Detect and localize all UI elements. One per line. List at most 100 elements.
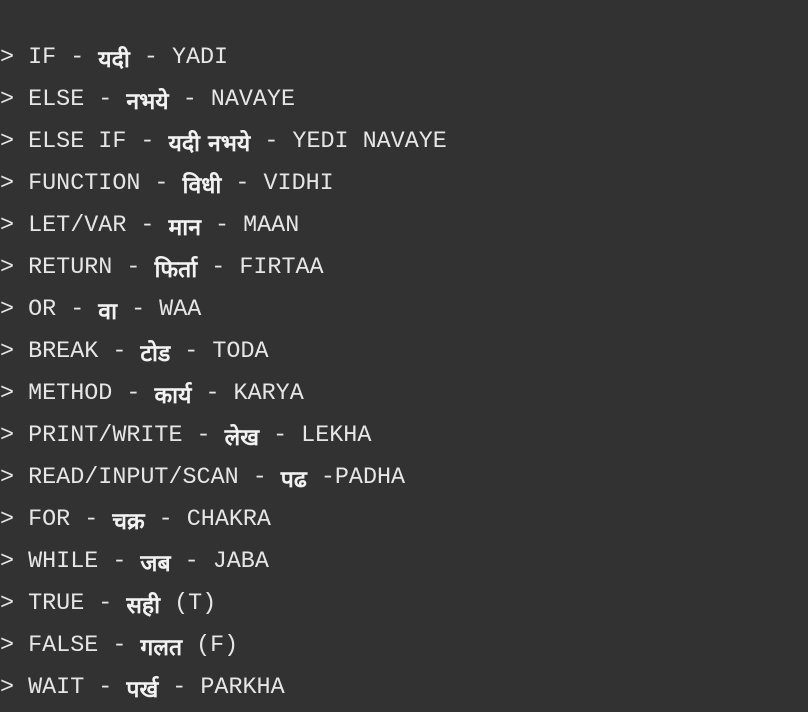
separator: - xyxy=(56,45,99,71)
romanized-keyword: NAVAYE xyxy=(210,87,296,113)
separator: - xyxy=(84,591,127,617)
romanized-keyword: KARYA xyxy=(233,381,304,407)
keyword-line: > PRINT/WRITE - लेख - LEKHA xyxy=(0,415,447,457)
english-keyword: METHOD xyxy=(28,381,113,407)
nepali-keyword: वा xyxy=(98,299,118,325)
prompt-symbol: > xyxy=(0,87,15,113)
romanized-keyword: PADHA xyxy=(334,465,406,491)
nepali-keyword: गलत xyxy=(140,635,183,661)
separator: - xyxy=(126,129,169,155)
separator: - xyxy=(84,675,127,701)
keyword-line: > ELSE - नभये - NAVAYE xyxy=(0,79,447,121)
romanized-keyword: WAA xyxy=(159,297,202,323)
separator: - xyxy=(112,381,155,407)
nepali-keyword: लेख xyxy=(224,425,260,451)
separator: - xyxy=(191,381,234,407)
romanized-keyword: (T) xyxy=(174,591,217,617)
english-keyword: TRUE xyxy=(28,591,85,617)
prompt-symbol: > xyxy=(0,591,15,617)
nepali-keyword: पढ xyxy=(280,467,307,493)
english-keyword: READ/INPUT/SCAN xyxy=(28,465,239,491)
nepali-keyword: टोड xyxy=(140,341,171,367)
romanized-keyword: (F) xyxy=(196,633,239,659)
romanized-keyword: MAAN xyxy=(243,213,300,239)
english-keyword: FOR xyxy=(28,507,71,533)
separator: - xyxy=(144,507,187,533)
keyword-line: > TRUE - सही (T) xyxy=(0,583,447,625)
english-keyword: ELSE xyxy=(28,87,85,113)
english-keyword: IF xyxy=(28,45,57,71)
keyword-line: > LET/VAR - मान - MAAN xyxy=(0,205,447,247)
english-keyword: FUNCTION xyxy=(28,171,141,197)
romanized-keyword: YADI xyxy=(171,45,229,71)
nepali-keyword: यदी नभये xyxy=(168,131,251,157)
prompt-symbol: > xyxy=(0,171,15,197)
prompt-symbol: > xyxy=(0,129,15,155)
prompt-symbol: > xyxy=(0,45,15,71)
nepali-keyword: नभये xyxy=(126,89,169,115)
romanized-keyword: TODA xyxy=(212,339,269,365)
nepali-keyword: विधी xyxy=(182,173,222,199)
separator: - xyxy=(170,339,213,365)
nepali-keyword: फिर्ता xyxy=(154,257,198,283)
terminal-output: > IF - यदी - YADI > ELSE - नभये - NAVAYE >… xyxy=(0,0,808,712)
separator: - xyxy=(158,675,201,701)
separator: - xyxy=(126,213,169,239)
nepali-keyword: मान xyxy=(168,215,201,241)
romanized-keyword: CHAKRA xyxy=(186,507,271,533)
keyword-line: > RETURN - फिर्ता - FIRTAA xyxy=(0,247,447,289)
romanized-keyword: PARKHA xyxy=(200,675,285,701)
prompt-symbol: > xyxy=(0,507,15,533)
prompt-symbol: > xyxy=(0,213,15,239)
english-keyword: LET/VAR xyxy=(28,213,127,239)
romanized-keyword: LEKHA xyxy=(301,423,372,449)
separator: - xyxy=(98,549,141,575)
english-keyword: PRINT/WRITE xyxy=(28,423,183,449)
separator: - xyxy=(259,423,302,449)
nepali-keyword: जब xyxy=(140,551,171,577)
separator xyxy=(182,633,196,659)
keyword-line: > WAIT - पर्ख - PARKHA xyxy=(0,667,447,709)
prompt-symbol: > xyxy=(0,423,15,449)
prompt-symbol: > xyxy=(0,675,15,701)
separator: - xyxy=(238,465,281,491)
keyword-line: > FOR - चक्र - CHAKRA xyxy=(0,499,447,541)
separator xyxy=(160,591,174,617)
prompt-symbol: > xyxy=(0,297,15,323)
romanized-keyword: JABA xyxy=(212,549,269,575)
keyword-line: > FALSE - गलत (F) xyxy=(0,625,447,667)
separator: - xyxy=(56,297,99,323)
separator: - xyxy=(200,213,244,239)
prompt-symbol: > xyxy=(0,381,15,407)
separator: - xyxy=(84,87,127,113)
prompt-symbol: > xyxy=(0,255,15,281)
nepali-keyword: सही xyxy=(126,593,161,619)
keyword-line: > FUNCTION - विधी - VIDHI xyxy=(0,163,447,205)
keyword-line: > BREAK - टोड - TODA xyxy=(0,331,447,373)
separator: - xyxy=(221,171,264,197)
separator: - xyxy=(170,549,213,575)
separator: - xyxy=(70,507,113,533)
keyword-line: > IF - यदी - YADI xyxy=(0,37,447,79)
separator: - xyxy=(306,465,335,491)
english-keyword: BREAK xyxy=(28,339,99,365)
english-keyword: ELSE IF xyxy=(28,129,127,155)
english-keyword: WAIT xyxy=(28,675,85,701)
nepali-keyword: चक्र xyxy=(112,509,145,535)
prompt-symbol: > xyxy=(0,633,15,659)
separator: - xyxy=(129,45,172,71)
separator: - xyxy=(98,633,141,659)
keyword-line: > WHILE - जब - JABA xyxy=(0,541,447,583)
